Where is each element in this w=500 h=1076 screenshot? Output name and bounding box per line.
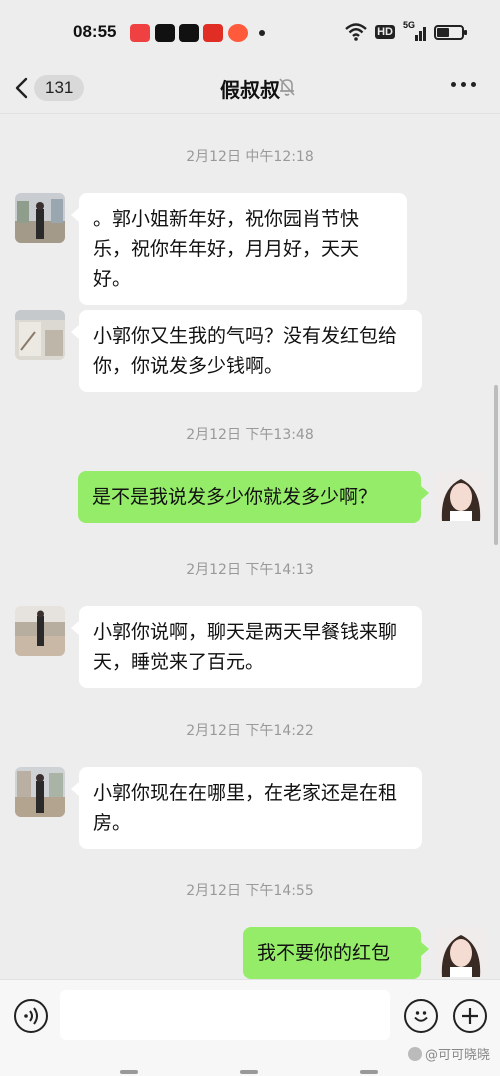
- incoming-message[interactable]: 。郭小姐新年好，祝你园肖节快乐，祝你年年好，月月好，天天好。: [71, 193, 407, 305]
- watermark: @可可晓晓: [407, 1044, 490, 1063]
- nav-hint-right: [360, 1070, 378, 1074]
- more-functions-button[interactable]: [453, 999, 487, 1033]
- muted-bell-icon: [279, 78, 295, 96]
- incoming-message[interactable]: 小郭你现在在哪里，在老家还是在租房。: [71, 767, 422, 849]
- contact-avatar[interactable]: [15, 310, 65, 360]
- network-label: 5G: [403, 20, 416, 30]
- watermark-logo-icon: [407, 1046, 422, 1061]
- avatar-photo-icon: [436, 927, 486, 977]
- more-dot: [451, 82, 456, 87]
- outgoing-message[interactable]: 我不要你的红包: [243, 927, 429, 979]
- wifi-icon: [345, 23, 367, 41]
- notification-dot: [259, 30, 265, 36]
- incoming-message[interactable]: 小郭你说啊，聊天是两天早餐钱来聊天，睡觉来了百元。: [71, 606, 422, 688]
- kuaishou-app-icon: [228, 24, 248, 42]
- toutiao-app-icon: [130, 24, 150, 42]
- chat-header: 131 假叔叔: [0, 62, 500, 114]
- message-timestamp: 2月12日 中午12:18: [186, 149, 314, 165]
- nav-hint-center: [240, 1070, 258, 1074]
- my-avatar[interactable]: [436, 927, 486, 977]
- outgoing-message[interactable]: 是不是我说发多少你就发多少啊？: [78, 471, 429, 523]
- voice-icon: [24, 1007, 38, 1025]
- contact-avatar[interactable]: [15, 193, 65, 243]
- message-timestamp: 2月12日 下午13:48: [186, 427, 314, 443]
- more-dot: [461, 82, 466, 87]
- more-options-button[interactable]: [451, 82, 476, 87]
- chat-title: 假叔叔: [220, 78, 280, 102]
- chat-scrollbar[interactable]: [494, 385, 498, 545]
- status-time: 08:55: [73, 22, 117, 41]
- avatar-photo-icon: [15, 767, 65, 817]
- more-dot: [471, 82, 476, 87]
- nav-hint-left: [120, 1070, 138, 1074]
- my-avatar[interactable]: [436, 471, 486, 521]
- smiley-icon: [414, 1011, 428, 1022]
- plus-icon: [462, 1008, 478, 1024]
- contact-avatar[interactable]: [15, 767, 65, 817]
- system-icons: HD 5G: [345, 20, 467, 42]
- douyin-app-icon-2: [179, 24, 199, 42]
- signal-icon: 5G: [403, 20, 426, 41]
- douyin-app-icon: [155, 24, 175, 42]
- battery-icon: [434, 24, 467, 40]
- message-timestamp: 2月12日 下午14:55: [186, 883, 314, 899]
- message-timestamp: 2月12日 下午14:22: [186, 723, 314, 739]
- avatar-photo-icon: [15, 606, 65, 656]
- avatar-photo-icon: [15, 310, 65, 360]
- hd-icon: HD: [375, 25, 395, 39]
- status-bar: 08:55 HD 5G: [0, 0, 500, 62]
- voice-input-button[interactable]: [14, 999, 48, 1033]
- emoji-button[interactable]: [404, 999, 438, 1033]
- pinduoduo-app-icon: [203, 24, 223, 42]
- contact-avatar[interactable]: [15, 606, 65, 656]
- incoming-message[interactable]: 小郭你又生我的气吗？没有发红包给你，你说发多少钱啊。: [71, 310, 422, 392]
- message-text-field[interactable]: [60, 990, 390, 1040]
- message-timestamp: 2月12日 下午14:13: [186, 562, 314, 578]
- chat-message-list[interactable]: 2月12日 中午12:18 。郭小姐新年好，祝你园肖节快乐，祝你年年好，月月好，…: [0, 115, 500, 979]
- watermark-text: @可可晓晓: [424, 1048, 490, 1063]
- avatar-photo-icon: [15, 193, 65, 243]
- avatar-photo-icon: [436, 471, 486, 521]
